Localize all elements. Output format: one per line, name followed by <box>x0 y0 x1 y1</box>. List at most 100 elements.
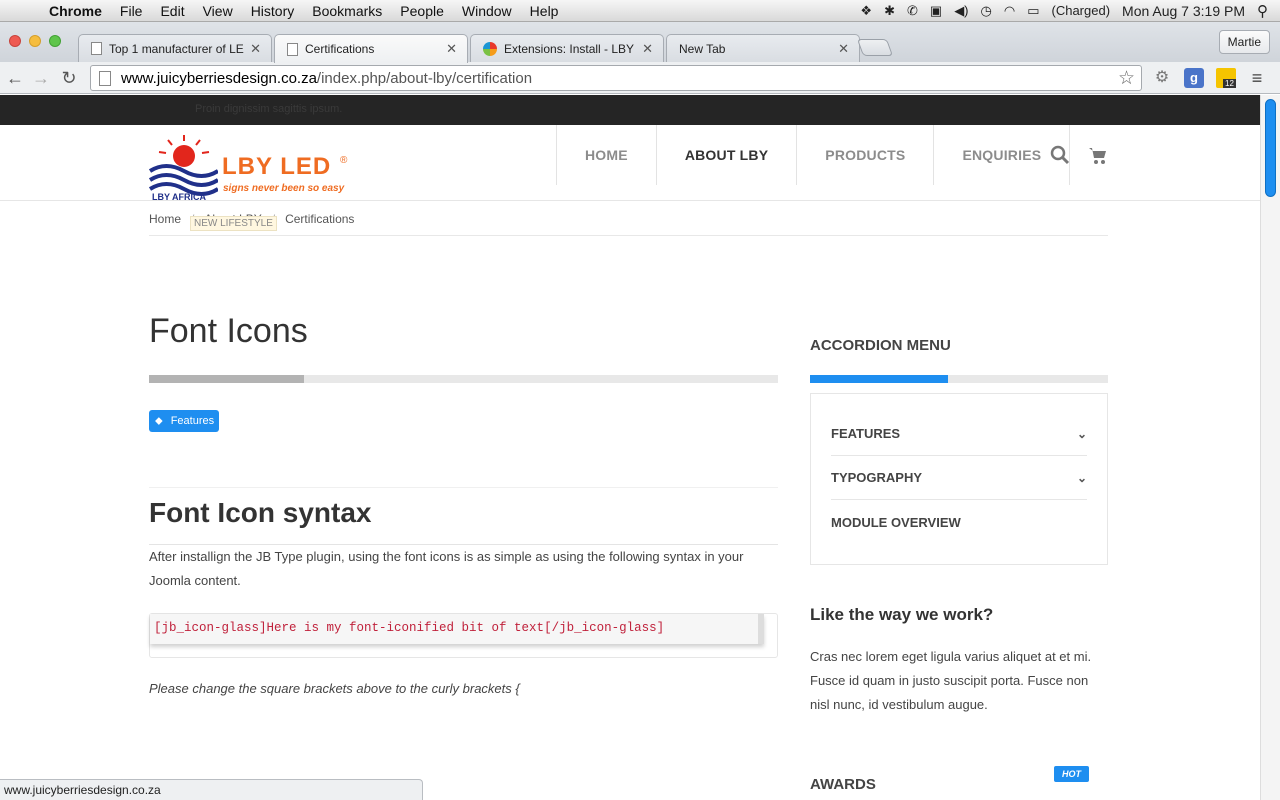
tab-extensions[interactable]: Extensions: Install - LBY Te ✕ <box>470 34 664 62</box>
close-tab-icon[interactable]: ✕ <box>250 41 261 57</box>
cart-icon[interactable] <box>1088 145 1108 165</box>
site-logo[interactable]: LBY LED ® signs never been so easy LBY A… <box>148 135 358 203</box>
menubar-clock[interactable]: Mon Aug 7 3:19 PM <box>1122 3 1245 19</box>
extension-badge-count: 12 <box>1223 79 1236 88</box>
tab-certifications[interactable]: Certifications ✕ <box>274 34 468 63</box>
tab-title: New Tab <box>679 41 726 56</box>
menu-file[interactable]: File <box>111 3 152 19</box>
body-paragraph: After installign the JB Type plugin, usi… <box>149 549 744 588</box>
awards-title: AWARDS <box>810 776 876 793</box>
code-block: [jb_icon-glass]Here is my font-iconified… <box>149 613 778 658</box>
macos-menubar: Chrome File Edit View History Bookmarks … <box>0 0 1280 22</box>
google-extension-icon[interactable]: g <box>1184 68 1204 88</box>
main-nav: HOME ABOUT LBY PRODUCTS ENQUIRIES <box>556 125 1071 185</box>
address-bar[interactable]: www.juicyberriesdesign.co.za/index.php/a… <box>90 65 1142 91</box>
bluetooth-icon[interactable]: ✱ <box>884 3 895 19</box>
extension-badge-icon[interactable]: 12 <box>1216 68 1236 88</box>
menu-people[interactable]: People <box>391 3 453 19</box>
nav-item-products[interactable]: PRODUCTS <box>796 125 933 185</box>
hot-badge: HOT <box>1054 766 1089 782</box>
menu-window[interactable]: Window <box>453 3 521 19</box>
search-icon[interactable] <box>1050 145 1070 165</box>
page-viewport: Proin dignissim sagittis ipsum. LBY LED … <box>0 95 1260 800</box>
logo-africa: LBY AFRICA <box>152 192 206 202</box>
sidebar-underline <box>810 375 1108 383</box>
breadcrumb-home[interactable]: Home <box>149 212 181 226</box>
wifi-icon[interactable]: ◠ <box>1004 3 1015 19</box>
battery-status[interactable]: (Charged) <box>1052 3 1111 18</box>
page-icon <box>91 42 102 55</box>
page-icon <box>99 70 111 86</box>
joomla-icon <box>483 41 497 56</box>
page-scrollbar[interactable] <box>1260 95 1280 800</box>
code-text: [jb_icon-glass]Here is my font-iconified… <box>150 614 764 644</box>
sidebar-underline-accent <box>810 375 948 383</box>
menu-help[interactable]: Help <box>521 3 568 19</box>
menu-history[interactable]: History <box>242 3 304 19</box>
close-tab-icon[interactable]: ✕ <box>838 41 849 57</box>
display-icon[interactable]: ▣ <box>930 3 942 19</box>
tab-title: Certifications <box>305 42 375 56</box>
profile-button[interactable]: Martie <box>1218 30 1270 54</box>
menu-edit[interactable]: Edit <box>151 3 193 19</box>
nav-item-about-lby[interactable]: ABOUT LBY <box>655 125 796 185</box>
hamburger-menu-icon[interactable]: ≡ <box>1247 68 1267 88</box>
spotlight-search-icon[interactable]: ⚲ <box>1257 2 1268 20</box>
battery-icon[interactable]: ▭ <box>1027 3 1039 19</box>
nav-item-home[interactable]: HOME <box>556 125 656 185</box>
gear-icon[interactable]: ⚙ <box>1152 68 1172 88</box>
close-tab-icon[interactable]: ✕ <box>446 41 457 57</box>
chevron-down-icon[interactable]: ⌄ <box>1077 427 1087 441</box>
bookmark-star-icon[interactable]: ☆ <box>1118 67 1135 90</box>
reload-icon[interactable]: ↻ <box>58 67 80 89</box>
accordion-menu-title: ACCORDION MENU <box>810 337 951 354</box>
close-window-button[interactable] <box>9 35 21 47</box>
dropbox-icon[interactable]: ❖ <box>860 3 872 19</box>
url-host: www.juicyberriesdesign.co.za <box>121 69 317 87</box>
accordion-item-module-overview[interactable]: MODULE OVERVIEW <box>831 500 1087 544</box>
accordion-item-label: MODULE OVERVIEW <box>831 514 961 530</box>
tab-title: Top 1 manufacturer of LED <box>109 41 245 56</box>
site-header: LBY LED ® signs never been so easy LBY A… <box>0 125 1260 203</box>
title-underline <box>149 375 778 383</box>
tab-new-tab[interactable]: New Tab ✕ <box>666 34 860 62</box>
browser-toolbar: ← → ↻ www.juicyberriesdesign.co.za/index… <box>0 62 1280 94</box>
tab-title: Extensions: Install - LBY Te <box>504 41 637 56</box>
zoom-window-button[interactable] <box>49 35 61 47</box>
volume-icon[interactable]: ◀) <box>954 3 968 19</box>
like-text: Cras nec lorem eget ligula varius alique… <box>810 649 1092 712</box>
logo-brand: LBY LED <box>222 153 332 180</box>
url-path: /index.php/about-lby/certification <box>316 69 533 87</box>
scrollbar-thumb[interactable] <box>1265 99 1276 197</box>
back-arrow-icon[interactable]: ← <box>4 67 26 89</box>
title-underline-accent <box>149 375 304 383</box>
tag-badge[interactable]: ⬥ Features <box>149 410 220 432</box>
tab-lby-home[interactable]: Top 1 manufacturer of LED ✕ <box>78 34 272 62</box>
section-title: Font Icon syntax <box>149 497 372 528</box>
like-heading: Like the way we work? <box>810 605 994 624</box>
breadcrumb-current: Certifications <box>285 212 355 226</box>
status-menus: ❖ ✱ ✆ ▣ ◀) ◷ ◠ ▭ (Charged) Mon Aug 7 3:1… <box>860 2 1280 20</box>
breadcrumb-divider <box>149 235 1108 236</box>
accordion-item-features[interactable]: FEATURES ⌄ <box>831 412 1087 456</box>
top-bar-text: Proin dignissim sagittis ipsum. <box>195 103 343 115</box>
accordion-menu: FEATURES ⌄ TYPOGRAPHY ⌄ MODULE OVERVIEW <box>810 393 1108 565</box>
tag-icon: ⬥ <box>155 414 163 427</box>
accordion-item-label: FEATURES <box>831 426 901 441</box>
menu-bookmarks[interactable]: Bookmarks <box>303 3 391 19</box>
new-tab-button[interactable] <box>856 39 894 56</box>
time-machine-icon[interactable]: ◷ <box>981 3 992 19</box>
accordion-item-typography[interactable]: TYPOGRAPHY ⌄ <box>831 456 1087 500</box>
phone-icon[interactable]: ✆ <box>907 3 918 19</box>
close-tab-icon[interactable]: ✕ <box>642 41 653 57</box>
menu-view[interactable]: View <box>194 3 242 19</box>
logo-registered: ® <box>340 155 348 166</box>
page-title: Font Icons <box>149 312 308 350</box>
menu-chrome[interactable]: Chrome <box>40 3 111 19</box>
forward-arrow-icon[interactable]: → <box>30 67 52 89</box>
minimize-window-button[interactable] <box>29 35 41 47</box>
chevron-down-icon[interactable]: ⌄ <box>1077 471 1087 485</box>
site-top-bar: Proin dignissim sagittis ipsum. <box>0 95 1260 125</box>
page-icon <box>287 42 298 56</box>
note-text: Please change the square brackets above … <box>149 681 520 696</box>
